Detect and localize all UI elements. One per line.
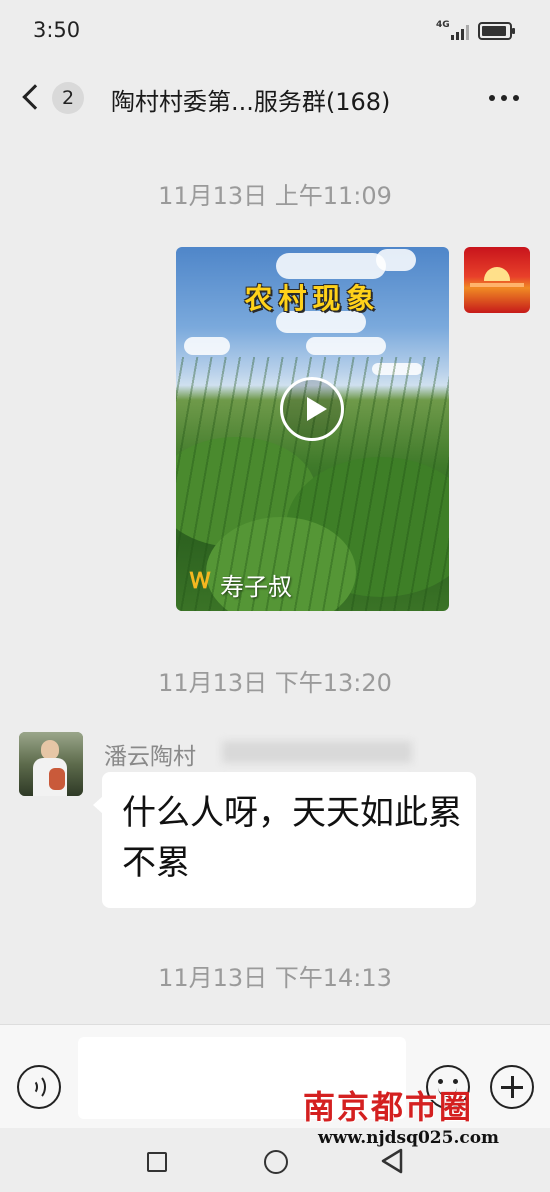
more-options-button[interactable]: [484, 82, 524, 112]
voice-input-button[interactable]: [17, 1065, 61, 1109]
message-text: 什么人呀，天天如此累不累: [122, 793, 462, 883]
unread-badge: 2: [52, 82, 84, 114]
more-dots-icon: [489, 95, 495, 101]
watermark-logo: 南京都市圈: [303, 1088, 474, 1126]
status-time: 3:50: [33, 18, 81, 42]
redacted-phone: [222, 741, 412, 763]
sender-name: 潘云陶村: [104, 744, 196, 770]
system-nav-bar: [0, 1130, 550, 1192]
play-icon[interactable]: [280, 377, 344, 441]
network-type: 4G: [436, 20, 450, 30]
chat-title: 陶村村委第...服务群(168): [111, 88, 391, 116]
recent-apps-icon[interactable]: [147, 1152, 167, 1172]
message-timestamp: 11月13日 下午13:20: [158, 669, 392, 697]
video-title: 农村现象: [244, 282, 381, 315]
channel-logo-icon: Ꮃ: [190, 569, 212, 594]
text-message-bubble[interactable]: 什么人呀，天天如此累不累: [93, 772, 476, 908]
back-button[interactable]: 2: [18, 76, 88, 120]
video-channel-name: 寿子叔: [220, 573, 292, 601]
user-photo-avatar[interactable]: [19, 732, 83, 796]
battery-icon: [478, 22, 515, 40]
news-sunset-avatar[interactable]: [464, 247, 530, 313]
plus-icon[interactable]: [490, 1065, 534, 1109]
status-bar: 3:50 4G: [0, 0, 550, 62]
back-triangle-icon[interactable]: [380, 1148, 404, 1174]
message-timestamp: 11月13日 上午11:09: [158, 182, 392, 210]
video-message[interactable]: 农村现象 Ꮃ 寿子叔: [176, 247, 449, 611]
chevron-left-icon: [22, 84, 48, 110]
home-icon[interactable]: [264, 1150, 288, 1174]
signal-icon: 4G: [436, 20, 472, 42]
chat-header: 2 陶村村委第...服务群(168): [0, 62, 550, 134]
message-timestamp: 11月13日 下午14:13: [158, 964, 392, 992]
